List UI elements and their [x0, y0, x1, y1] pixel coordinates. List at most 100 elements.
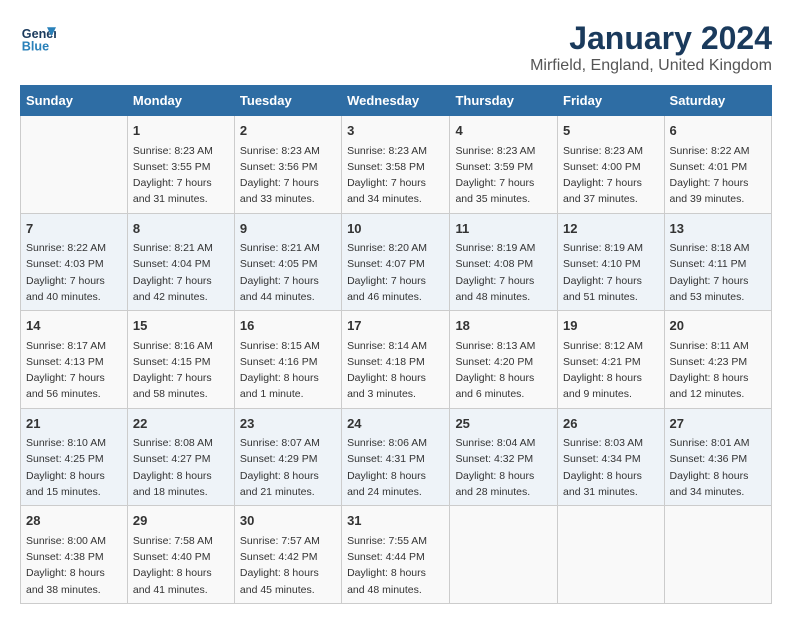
calendar-cell: 1Sunrise: 8:23 AMSunset: 3:55 PMDaylight…: [127, 116, 234, 214]
day-number: 10: [347, 219, 444, 239]
day-number: 1: [133, 121, 229, 141]
day-info: Sunrise: 8:06 AMSunset: 4:31 PMDaylight:…: [347, 435, 444, 500]
weekday-header-saturday: Saturday: [664, 86, 771, 116]
day-number: 2: [240, 121, 336, 141]
day-number: 15: [133, 316, 229, 336]
day-info: Sunrise: 8:11 AMSunset: 4:23 PMDaylight:…: [670, 338, 766, 403]
day-number: 13: [670, 219, 766, 239]
calendar-week-row: 7Sunrise: 8:22 AMSunset: 4:03 PMDaylight…: [21, 213, 772, 311]
day-number: 25: [455, 414, 552, 434]
day-number: 30: [240, 511, 336, 531]
day-number: 4: [455, 121, 552, 141]
day-number: 18: [455, 316, 552, 336]
day-number: 27: [670, 414, 766, 434]
calendar-cell: 30Sunrise: 7:57 AMSunset: 4:42 PMDayligh…: [234, 506, 341, 604]
calendar-cell: 18Sunrise: 8:13 AMSunset: 4:20 PMDayligh…: [450, 311, 558, 409]
day-info: Sunrise: 8:00 AMSunset: 4:38 PMDaylight:…: [26, 533, 122, 598]
calendar-cell: 22Sunrise: 8:08 AMSunset: 4:27 PMDayligh…: [127, 408, 234, 506]
day-info: Sunrise: 8:15 AMSunset: 4:16 PMDaylight:…: [240, 338, 336, 403]
weekday-header-tuesday: Tuesday: [234, 86, 341, 116]
day-number: 24: [347, 414, 444, 434]
day-info: Sunrise: 8:22 AMSunset: 4:03 PMDaylight:…: [26, 240, 122, 305]
day-info: Sunrise: 8:01 AMSunset: 4:36 PMDaylight:…: [670, 435, 766, 500]
day-number: 11: [455, 219, 552, 239]
day-number: 22: [133, 414, 229, 434]
calendar-cell: 31Sunrise: 7:55 AMSunset: 4:44 PMDayligh…: [342, 506, 450, 604]
calendar-week-row: 21Sunrise: 8:10 AMSunset: 4:25 PMDayligh…: [21, 408, 772, 506]
calendar-cell: 15Sunrise: 8:16 AMSunset: 4:15 PMDayligh…: [127, 311, 234, 409]
calendar-cell: 11Sunrise: 8:19 AMSunset: 4:08 PMDayligh…: [450, 213, 558, 311]
day-info: Sunrise: 8:19 AMSunset: 4:10 PMDaylight:…: [563, 240, 659, 305]
weekday-header-sunday: Sunday: [21, 86, 128, 116]
calendar-cell: [558, 506, 665, 604]
day-number: 14: [26, 316, 122, 336]
calendar-week-row: 1Sunrise: 8:23 AMSunset: 3:55 PMDaylight…: [21, 116, 772, 214]
day-number: 23: [240, 414, 336, 434]
day-info: Sunrise: 8:21 AMSunset: 4:05 PMDaylight:…: [240, 240, 336, 305]
calendar-cell: [21, 116, 128, 214]
day-info: Sunrise: 8:21 AMSunset: 4:04 PMDaylight:…: [133, 240, 229, 305]
day-info: Sunrise: 8:18 AMSunset: 4:11 PMDaylight:…: [670, 240, 766, 305]
page-header: General Blue January 2024 Mirfield, Engl…: [20, 20, 772, 75]
calendar-cell: 19Sunrise: 8:12 AMSunset: 4:21 PMDayligh…: [558, 311, 665, 409]
day-info: Sunrise: 8:10 AMSunset: 4:25 PMDaylight:…: [26, 435, 122, 500]
day-number: 26: [563, 414, 659, 434]
day-number: 5: [563, 121, 659, 141]
day-info: Sunrise: 8:03 AMSunset: 4:34 PMDaylight:…: [563, 435, 659, 500]
day-info: Sunrise: 8:23 AMSunset: 4:00 PMDaylight:…: [563, 143, 659, 208]
day-number: 6: [670, 121, 766, 141]
day-info: Sunrise: 8:08 AMSunset: 4:27 PMDaylight:…: [133, 435, 229, 500]
weekday-header-wednesday: Wednesday: [342, 86, 450, 116]
calendar-cell: 14Sunrise: 8:17 AMSunset: 4:13 PMDayligh…: [21, 311, 128, 409]
calendar-cell: 29Sunrise: 7:58 AMSunset: 4:40 PMDayligh…: [127, 506, 234, 604]
calendar-cell: 13Sunrise: 8:18 AMSunset: 4:11 PMDayligh…: [664, 213, 771, 311]
calendar-cell: 16Sunrise: 8:15 AMSunset: 4:16 PMDayligh…: [234, 311, 341, 409]
calendar-table: SundayMondayTuesdayWednesdayThursdayFrid…: [20, 85, 772, 604]
svg-text:Blue: Blue: [22, 40, 49, 54]
day-info: Sunrise: 7:58 AMSunset: 4:40 PMDaylight:…: [133, 533, 229, 598]
calendar-cell: 3Sunrise: 8:23 AMSunset: 3:58 PMDaylight…: [342, 116, 450, 214]
calendar-cell: 6Sunrise: 8:22 AMSunset: 4:01 PMDaylight…: [664, 116, 771, 214]
title-area: January 2024 Mirfield, England, United K…: [530, 20, 772, 75]
calendar-cell: 26Sunrise: 8:03 AMSunset: 4:34 PMDayligh…: [558, 408, 665, 506]
day-info: Sunrise: 8:07 AMSunset: 4:29 PMDaylight:…: [240, 435, 336, 500]
day-number: 8: [133, 219, 229, 239]
calendar-week-row: 14Sunrise: 8:17 AMSunset: 4:13 PMDayligh…: [21, 311, 772, 409]
day-info: Sunrise: 7:55 AMSunset: 4:44 PMDaylight:…: [347, 533, 444, 598]
calendar-cell: 8Sunrise: 8:21 AMSunset: 4:04 PMDaylight…: [127, 213, 234, 311]
weekday-header-row: SundayMondayTuesdayWednesdayThursdayFrid…: [21, 86, 772, 116]
day-info: Sunrise: 8:20 AMSunset: 4:07 PMDaylight:…: [347, 240, 444, 305]
day-info: Sunrise: 8:23 AMSunset: 3:58 PMDaylight:…: [347, 143, 444, 208]
day-number: 12: [563, 219, 659, 239]
day-info: Sunrise: 8:23 AMSunset: 3:55 PMDaylight:…: [133, 143, 229, 208]
calendar-cell: 28Sunrise: 8:00 AMSunset: 4:38 PMDayligh…: [21, 506, 128, 604]
calendar-cell: 10Sunrise: 8:20 AMSunset: 4:07 PMDayligh…: [342, 213, 450, 311]
logo: General Blue: [20, 20, 60, 56]
day-number: 9: [240, 219, 336, 239]
day-number: 16: [240, 316, 336, 336]
day-info: Sunrise: 8:16 AMSunset: 4:15 PMDaylight:…: [133, 338, 229, 403]
day-info: Sunrise: 8:17 AMSunset: 4:13 PMDaylight:…: [26, 338, 122, 403]
day-info: Sunrise: 8:12 AMSunset: 4:21 PMDaylight:…: [563, 338, 659, 403]
weekday-header-friday: Friday: [558, 86, 665, 116]
location-title: Mirfield, England, United Kingdom: [530, 57, 772, 75]
logo-icon: General Blue: [20, 20, 56, 56]
day-number: 21: [26, 414, 122, 434]
calendar-cell: 27Sunrise: 8:01 AMSunset: 4:36 PMDayligh…: [664, 408, 771, 506]
day-info: Sunrise: 8:14 AMSunset: 4:18 PMDaylight:…: [347, 338, 444, 403]
month-title: January 2024: [530, 20, 772, 57]
calendar-cell: 2Sunrise: 8:23 AMSunset: 3:56 PMDaylight…: [234, 116, 341, 214]
calendar-cell: 20Sunrise: 8:11 AMSunset: 4:23 PMDayligh…: [664, 311, 771, 409]
day-info: Sunrise: 8:19 AMSunset: 4:08 PMDaylight:…: [455, 240, 552, 305]
day-number: 20: [670, 316, 766, 336]
day-number: 3: [347, 121, 444, 141]
day-number: 28: [26, 511, 122, 531]
day-info: Sunrise: 8:23 AMSunset: 3:56 PMDaylight:…: [240, 143, 336, 208]
day-number: 7: [26, 219, 122, 239]
day-info: Sunrise: 8:23 AMSunset: 3:59 PMDaylight:…: [455, 143, 552, 208]
day-number: 17: [347, 316, 444, 336]
weekday-header-thursday: Thursday: [450, 86, 558, 116]
weekday-header-monday: Monday: [127, 86, 234, 116]
day-number: 31: [347, 511, 444, 531]
calendar-cell: [664, 506, 771, 604]
